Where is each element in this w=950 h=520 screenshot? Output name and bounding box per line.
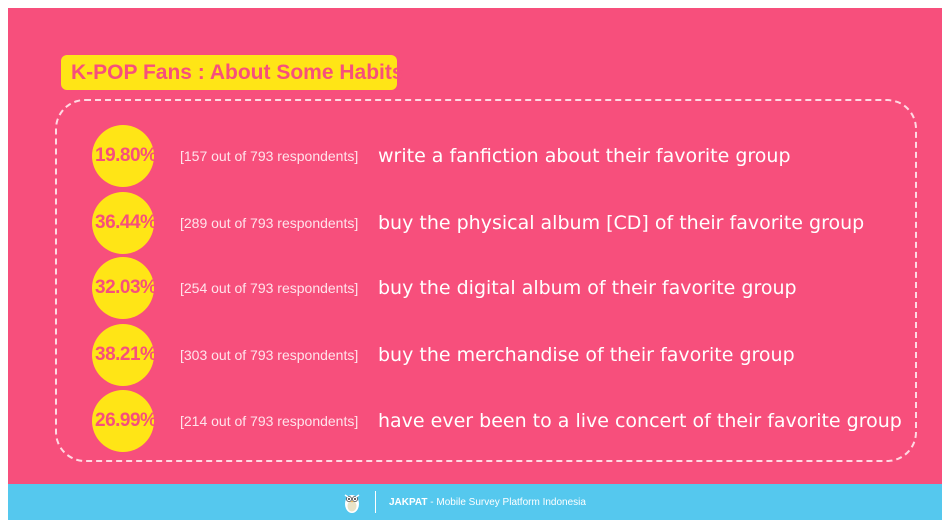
habit-text: buy the physical album [CD] of their fav…: [378, 212, 865, 234]
respondent-count: [157 out of 793 respondents]: [180, 148, 359, 164]
slide: K-POP Fans : About Some Habits 19.80% [1…: [8, 8, 942, 512]
footer-brand-group: JAKPAT - Mobile Survey Platform Indonesi…: [342, 484, 586, 520]
percent-value: 36.44%: [95, 212, 157, 233]
footer-divider: [375, 491, 376, 513]
habit-row: 36.44% [289 out of 793 respondents] buy …: [92, 192, 912, 254]
habit-text: buy the digital album of their favorite …: [378, 277, 797, 299]
habit-row: 19.80% [157 out of 793 respondents] writ…: [92, 125, 912, 187]
footer-tagline: - Mobile Survey Platform Indonesia: [427, 496, 586, 508]
percent-value: 38.21%: [95, 344, 157, 365]
footer-brand: JAKPAT: [389, 496, 428, 508]
habit-text: write a fanfiction about their favorite …: [378, 145, 791, 167]
percent-value: 19.80%: [95, 145, 157, 166]
percent-value: 32.03%: [95, 277, 157, 298]
habit-row: 32.03% [254 out of 793 respondents] buy …: [92, 257, 912, 319]
respondent-count: [214 out of 793 respondents]: [180, 413, 359, 429]
footer-bar: JAKPAT - Mobile Survey Platform Indonesi…: [8, 484, 942, 520]
habit-row: 26.99% [214 out of 793 respondents] have…: [92, 390, 912, 452]
habit-text: buy the merchandise of their favorite gr…: [378, 344, 795, 366]
respondent-count: [303 out of 793 respondents]: [180, 347, 359, 363]
respondent-count: [289 out of 793 respondents]: [180, 215, 359, 231]
habit-text: have ever been to a live concert of thei…: [378, 410, 902, 432]
footer-label: JAKPAT - Mobile Survey Platform Indonesi…: [389, 497, 586, 508]
percent-value: 26.99%: [95, 410, 157, 431]
owl-mascot-icon: [344, 494, 360, 513]
respondent-count: [254 out of 793 respondents]: [180, 280, 359, 296]
habit-row: 38.21% [303 out of 793 respondents] buy …: [92, 324, 912, 386]
slide-title: K-POP Fans : About Some Habits: [61, 55, 404, 90]
